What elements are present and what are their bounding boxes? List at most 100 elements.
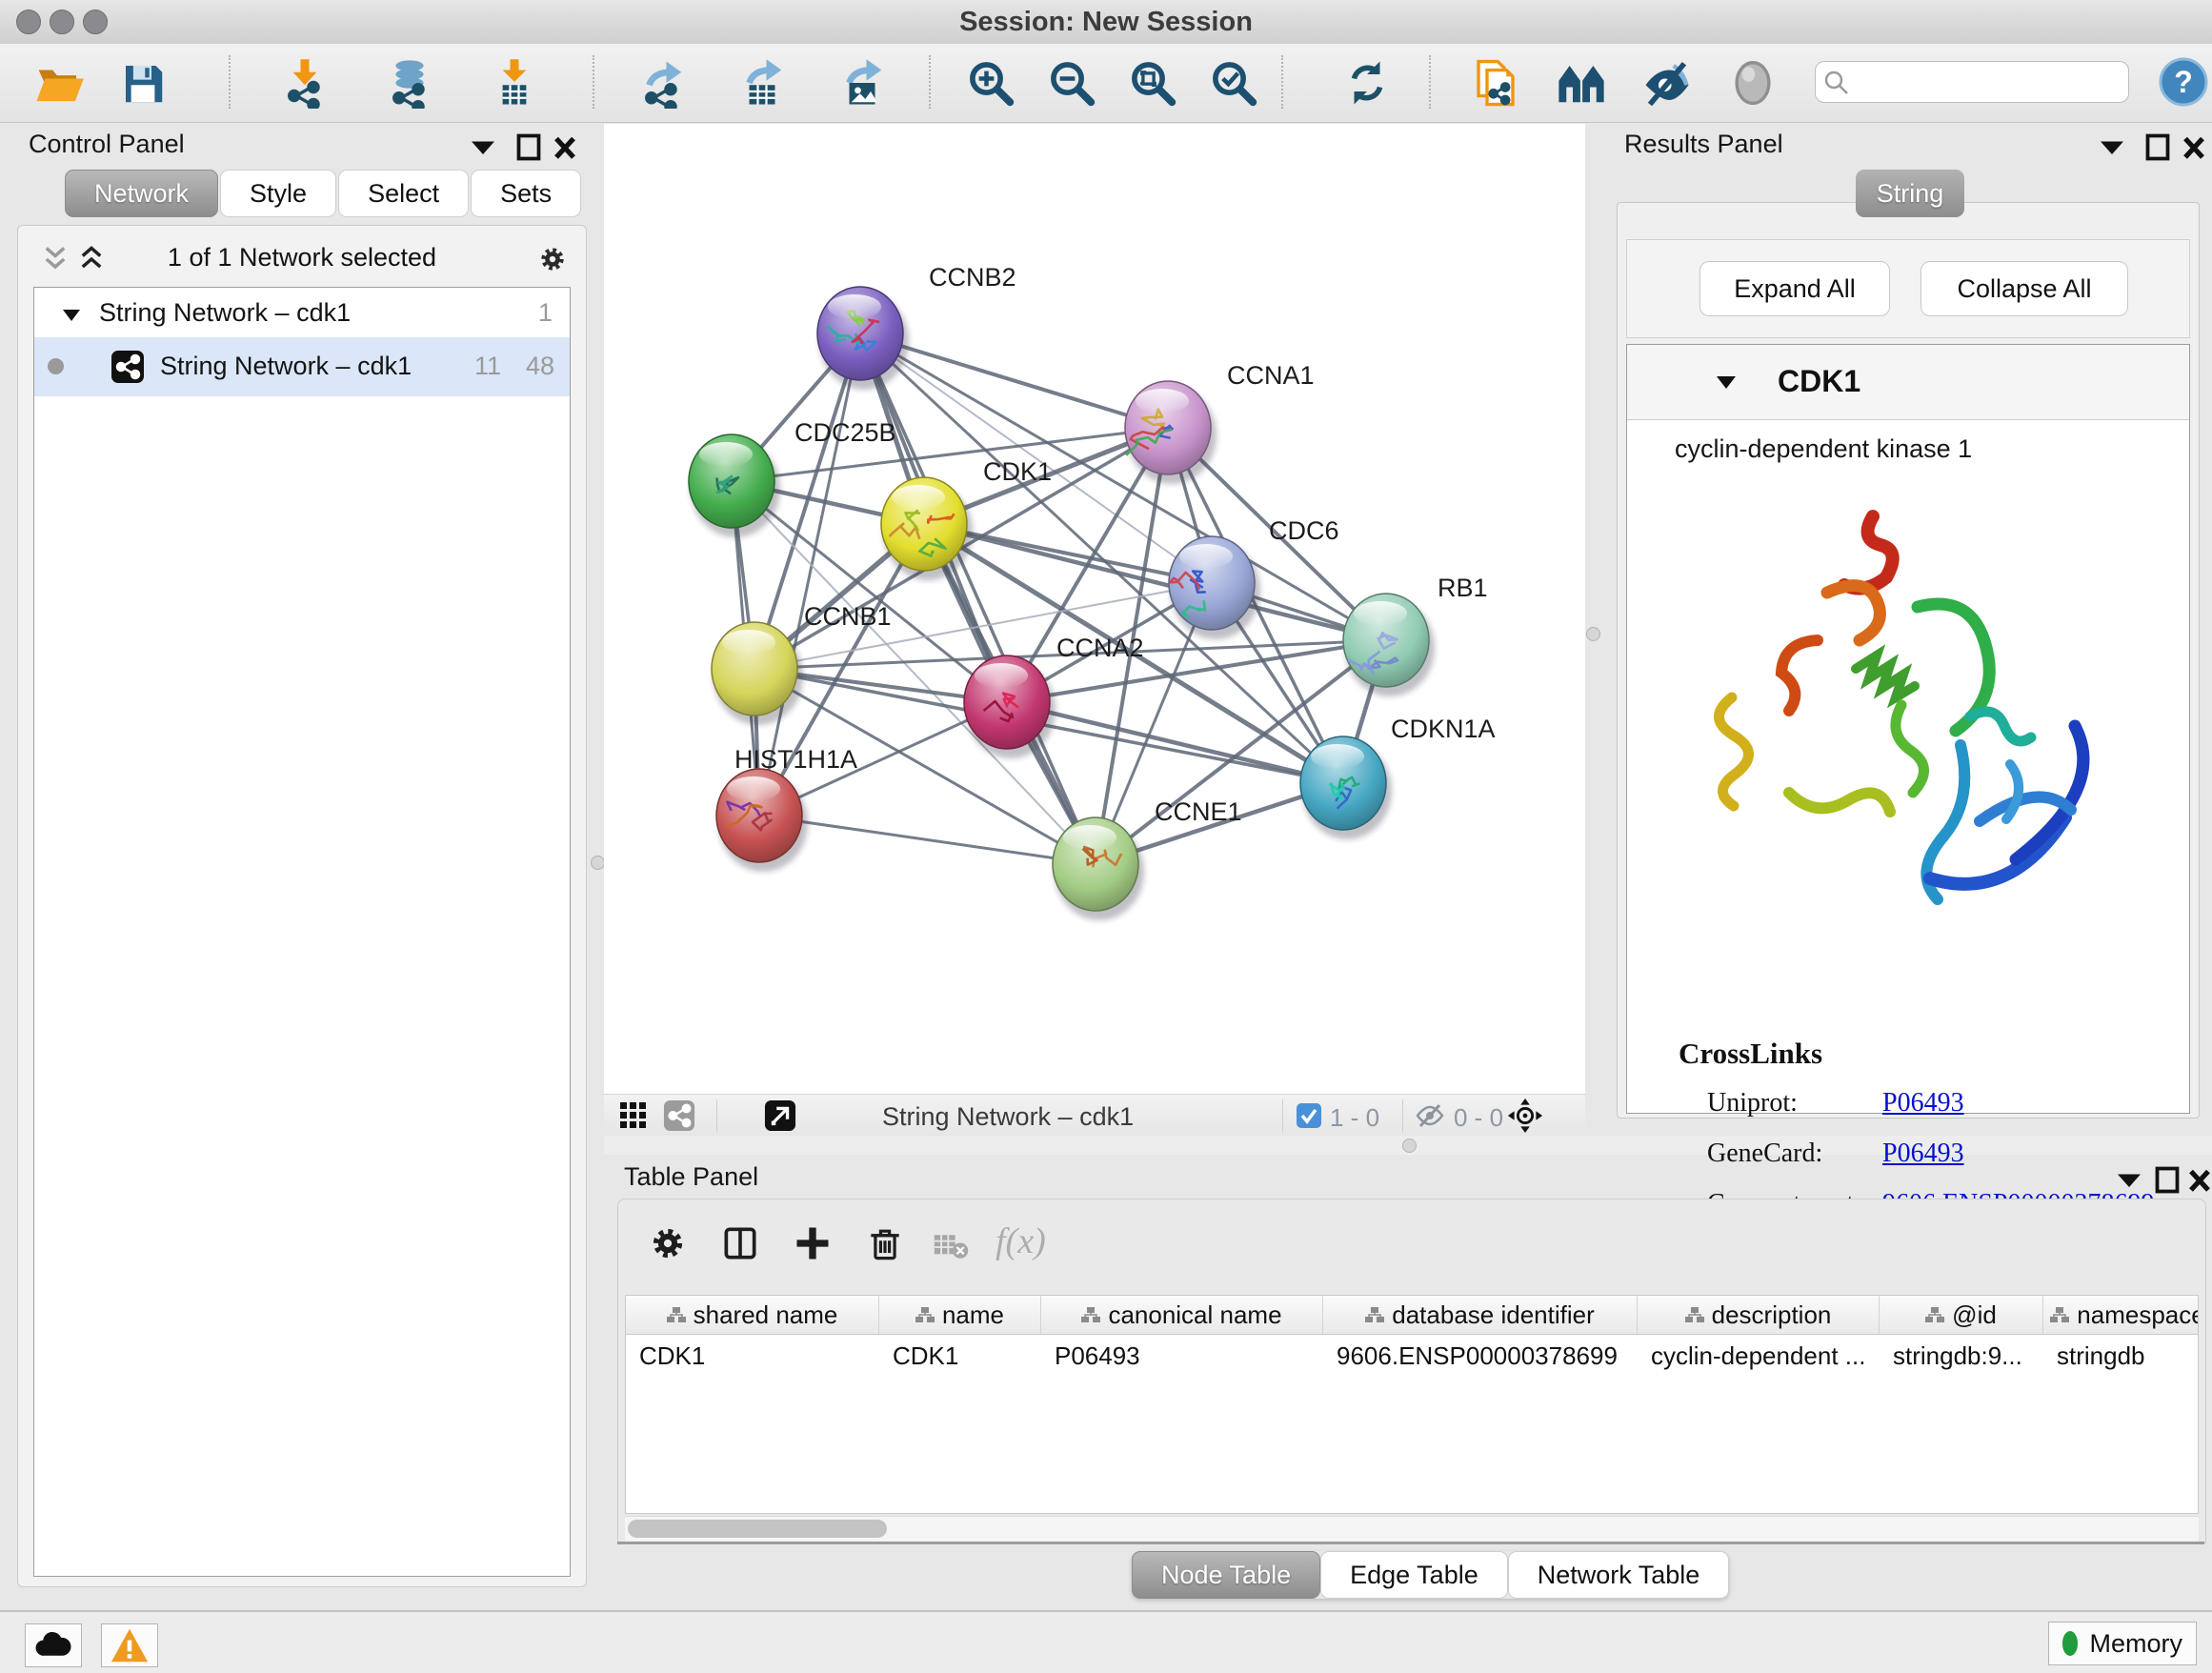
network-node-CDK1[interactable] — [881, 477, 973, 580]
import-network-from-database-button[interactable] — [384, 57, 435, 109]
collapse-all-button[interactable]: Collapse All — [1920, 261, 2128, 316]
export-network-button[interactable] — [636, 57, 688, 109]
panel-float-icon[interactable] — [2153, 1164, 2182, 1193]
panel-close-icon[interactable] — [2185, 1164, 2212, 1193]
network-node-CDC25B[interactable] — [689, 434, 780, 537]
collection-expand-icon[interactable] — [61, 307, 82, 324]
column-header-shared-name[interactable]: shared name — [626, 1296, 879, 1334]
title-bar: Session: New Session — [0, 0, 2212, 45]
network-node-CCNA2[interactable] — [964, 655, 1056, 758]
table-settings-gear-icon[interactable] — [647, 1222, 689, 1264]
refresh-button[interactable] — [1341, 57, 1393, 109]
hidden-eye-slash-icon[interactable] — [1416, 1102, 1444, 1129]
panel-menu-icon[interactable] — [469, 131, 497, 160]
network-canvas[interactable]: CCNB2CCNA1CDC25BCDK1CDC6RB1CCNB1CCNA2CDK… — [604, 124, 1585, 1094]
network-collection-row[interactable]: String Network – cdk1 1 — [34, 292, 570, 337]
zoom-in-button[interactable] — [965, 57, 1016, 109]
column-header-label: description — [1712, 1300, 1832, 1330]
network-node-CCNB2[interactable] — [817, 287, 909, 390]
import-network-button[interactable] — [279, 57, 331, 109]
node-table-body[interactable]: CDK1CDK1P064939606.ENSP00000378699cyclin… — [625, 1335, 2199, 1514]
panel-float-icon[interactable] — [514, 131, 543, 160]
save-session-button[interactable] — [117, 57, 169, 109]
panel-menu-icon[interactable] — [2115, 1164, 2143, 1193]
birdseye-view-icon[interactable] — [1556, 57, 1607, 109]
table-cell[interactable]: CDK1 — [626, 1341, 879, 1371]
netbar-separator — [716, 1099, 717, 1132]
table-cell[interactable]: P06493 — [1041, 1341, 1323, 1371]
memory-label: Memory — [2089, 1629, 2182, 1659]
tab-select[interactable]: Select — [338, 170, 469, 217]
network-node-HIST1H1A[interactable] — [716, 769, 808, 872]
search-input[interactable] — [1858, 65, 2123, 99]
network-node-CCNA1[interactable] — [1125, 381, 1217, 484]
hide-graphics-details-button[interactable] — [1641, 57, 1693, 109]
panel-menu-icon[interactable] — [2098, 131, 2126, 160]
crosslink-link[interactable]: P06493 — [1882, 1088, 1964, 1119]
protein-section-header[interactable]: CDK1 — [1627, 345, 2189, 420]
import-table-button[interactable] — [489, 57, 540, 109]
network-share-icon[interactable] — [663, 1099, 695, 1132]
panel-close-icon[interactable] — [2180, 131, 2208, 160]
column-header-canonical-name[interactable]: canonical name — [1041, 1296, 1323, 1334]
column-header-@id[interactable]: @id — [1880, 1296, 2043, 1334]
network-node-CCNE1[interactable] — [1053, 817, 1144, 920]
column-header-description[interactable]: description — [1638, 1296, 1880, 1334]
delete-column-icon[interactable] — [864, 1222, 906, 1264]
table-cell[interactable]: CDK1 — [879, 1341, 1041, 1371]
tab-network[interactable]: Network — [65, 170, 218, 217]
network-row-selected[interactable]: String Network – cdk1 11 48 — [34, 337, 570, 396]
column-header-database-identifier[interactable]: database identifier — [1323, 1296, 1638, 1334]
network-options-gear-icon[interactable] — [536, 243, 569, 275]
export-image-button[interactable] — [836, 57, 888, 109]
network-node-CDKN1A[interactable] — [1300, 736, 1392, 839]
tab-node-table[interactable]: Node Table — [1132, 1551, 1320, 1599]
show-columns-icon[interactable] — [719, 1222, 761, 1264]
selected-checkbox-icon[interactable] — [1296, 1102, 1322, 1129]
toolbar-separator — [1429, 55, 1431, 109]
help-button[interactable]: ? — [2159, 57, 2208, 107]
panel-close-icon[interactable] — [551, 131, 579, 160]
warning-status-button[interactable] — [101, 1623, 158, 1667]
tab-sets[interactable]: Sets — [471, 170, 581, 217]
birdseye-pan-icon[interactable] — [1507, 1098, 1543, 1134]
show-graphics-details-button[interactable] — [1727, 57, 1779, 109]
horizontal-splitter-handle[interactable] — [1402, 1139, 1417, 1153]
section-collapse-icon[interactable] — [1715, 373, 1738, 391]
open-session-button[interactable] — [33, 57, 85, 109]
add-column-icon[interactable] — [792, 1222, 834, 1264]
network-edge-HIST1H1A-CCNE1[interactable] — [759, 816, 1096, 864]
column-header-name[interactable]: name — [879, 1296, 1041, 1334]
network-node-RB1[interactable] — [1343, 594, 1435, 696]
duplicate-network-button[interactable] — [1470, 57, 1521, 109]
right-splitter-handle[interactable] — [1586, 627, 1600, 641]
network-edge-CCNB2-HIST1H1A[interactable] — [759, 333, 860, 816]
tab-string[interactable]: String — [1856, 170, 1964, 217]
tab-style[interactable]: Style — [220, 170, 336, 217]
tab-edge-table[interactable]: Edge Table — [1320, 1551, 1508, 1599]
export-table-button[interactable] — [736, 57, 788, 109]
zoom-out-button[interactable] — [1046, 57, 1097, 109]
network-graph[interactable]: CCNB2CCNA1CDC25BCDK1CDC6RB1CCNB1CCNA2CDK… — [604, 124, 1585, 1094]
tab-network-table[interactable]: Network Table — [1508, 1551, 1730, 1599]
scrollbar-thumb[interactable] — [628, 1520, 887, 1538]
network-node-CDC6[interactable] — [1169, 536, 1260, 639]
zoom-selected-button[interactable] — [1208, 57, 1259, 109]
table-cell[interactable]: stringdb:9... — [1880, 1341, 2043, 1371]
network-edge-CCNB2-CCNE1[interactable] — [860, 333, 1096, 864]
table-cell[interactable]: 9606.ENSP00000378699 — [1323, 1341, 1638, 1371]
table-horizontal-scrollbar[interactable] — [625, 1516, 2199, 1542]
table-cell[interactable]: cyclin-dependent ... — [1638, 1341, 1880, 1371]
open-in-window-icon[interactable] — [764, 1099, 796, 1132]
grid-view-icon[interactable] — [617, 1099, 650, 1132]
expand-all-button[interactable]: Expand All — [1699, 261, 1890, 316]
memory-button[interactable]: Memory — [2048, 1622, 2197, 1665]
column-header-namespace[interactable]: namespace — [2043, 1296, 2199, 1334]
left-splitter-handle[interactable] — [591, 856, 605, 870]
node-label-CCNA1: CCNA1 — [1227, 361, 1315, 390]
zoom-fit-button[interactable] — [1127, 57, 1178, 109]
table-row[interactable]: CDK1CDK1P064939606.ENSP00000378699cyclin… — [626, 1335, 2198, 1377]
panel-float-icon[interactable] — [2143, 131, 2172, 160]
table-cell[interactable]: stringdb — [2043, 1341, 2199, 1371]
cloud-status-button[interactable] — [25, 1623, 82, 1667]
